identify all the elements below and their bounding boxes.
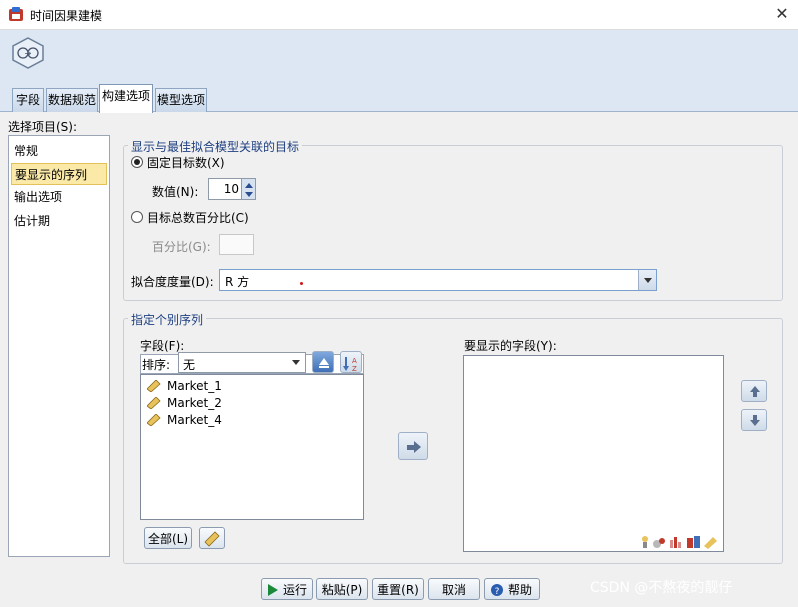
series-group-legend: 指定个别序列 — [128, 311, 207, 328]
move-up-button[interactable] — [741, 380, 767, 402]
tab-data-spec[interactable]: 数据规范 — [46, 88, 98, 112]
close-icon[interactable]: ✕ — [770, 3, 794, 25]
help-button[interactable]: ? 帮助 — [484, 578, 540, 600]
stepper-down-button[interactable] — [241, 189, 255, 199]
field-name: Market_2 — [167, 396, 222, 410]
list-item[interactable]: Market_4 — [147, 412, 237, 428]
title-bar — [0, 0, 798, 30]
cancel-button[interactable]: 取消 — [428, 578, 480, 600]
down-arrow-icon — [245, 192, 253, 197]
tab-model-options[interactable]: 模型选项 — [155, 88, 207, 112]
stepper-up-button[interactable] — [241, 179, 255, 189]
arrow-up-icon — [750, 386, 760, 397]
sort-value: 无 — [183, 358, 196, 372]
fit-measure-label: 拟合度度量(D): — [131, 275, 214, 289]
svg-text:Z: Z — [352, 365, 357, 373]
reset-button[interactable]: 重置(R) — [372, 578, 424, 600]
fit-measure-select[interactable]: R 方 — [219, 269, 657, 291]
select-item-label: 选择项目(S): — [8, 120, 78, 134]
window-title: 时间因果建模 — [30, 9, 103, 23]
list-item-general[interactable]: 常规 — [11, 140, 107, 162]
fixed-count-radio[interactable] — [131, 156, 143, 168]
dropdown-button[interactable] — [638, 270, 656, 290]
list-item[interactable]: Market_2 — [147, 395, 237, 411]
fit-measure-value: R 方 — [225, 275, 250, 289]
svg-text:?: ? — [495, 587, 500, 597]
fixed-count-label: 固定目标数(X) — [147, 156, 225, 170]
field-name: Market_1 — [167, 379, 222, 393]
chevron-down-icon — [644, 278, 652, 283]
cursor-dot — [300, 282, 303, 285]
run-button[interactable]: 运行 — [261, 578, 313, 600]
ruler-icon — [147, 380, 161, 392]
arrow-down-icon — [750, 415, 760, 426]
sort-arrow-icon — [319, 358, 329, 368]
settings-list: 常规 要显示的序列 输出选项 估计期 — [8, 135, 110, 557]
help-icon: ? — [491, 584, 503, 597]
ruler-icon — [147, 397, 161, 409]
sort-select[interactable]: 无 — [178, 352, 306, 373]
svg-text:A: A — [352, 357, 357, 365]
value-label: 数值(N): — [152, 185, 199, 199]
app-icon — [9, 7, 23, 21]
continuous-filter-button[interactable] — [199, 527, 225, 549]
value-stepper[interactable]: 10 — [208, 178, 256, 200]
value-input[interactable]: 10 — [224, 182, 239, 196]
run-label: 运行 — [283, 583, 308, 597]
percent-radio[interactable] — [131, 211, 143, 223]
tab-build-options[interactable]: 构建选项 — [99, 84, 153, 113]
arrow-right-icon — [407, 441, 421, 453]
ruler-icon — [204, 531, 220, 547]
move-down-button[interactable] — [741, 409, 767, 431]
display-fields-label: 要显示的字段(Y): — [464, 339, 557, 353]
list-item-series-to-display[interactable]: 要显示的序列 — [11, 163, 107, 185]
field-type-icons — [642, 536, 717, 549]
list-item-estimation-period[interactable]: 估计期 — [11, 210, 107, 232]
list-item-output-options[interactable]: 输出选项 — [11, 186, 107, 208]
sort-label: 排序: — [142, 358, 171, 372]
list-item[interactable]: Market_1 — [147, 378, 237, 394]
toolbar — [0, 30, 798, 80]
move-right-button[interactable] — [398, 432, 428, 460]
help-label: 帮助 — [508, 583, 533, 597]
ruler-icon — [147, 414, 161, 426]
watermark-text: CSDN @不熬夜的靓仔 — [590, 580, 733, 596]
display-fields-list[interactable] — [463, 355, 724, 552]
model-node-icon[interactable]: → — [10, 36, 46, 70]
percent-label: 百分比(G): — [152, 240, 211, 254]
fields-list[interactable]: Market_1 Market_2 Market_4 — [140, 374, 364, 520]
percent-input[interactable] — [219, 234, 254, 255]
sort-az-button[interactable]: AZ — [340, 351, 362, 373]
svg-text:→: → — [25, 49, 32, 58]
select-all-button[interactable]: 全部(L) — [144, 527, 192, 549]
percent-radio-label: 目标总数百分比(C) — [147, 211, 249, 225]
chevron-down-icon — [292, 360, 300, 365]
sort-alpha-icon: AZ — [343, 357, 357, 373]
paste-button[interactable]: 粘贴(P) — [316, 578, 368, 600]
tab-fields[interactable]: 字段 — [12, 88, 44, 112]
targets-group-legend: 显示与最佳拟合模型关联的目标 — [128, 138, 303, 155]
play-icon — [268, 584, 278, 596]
field-name: Market_4 — [167, 413, 222, 427]
sort-ascending-button[interactable] — [312, 351, 334, 373]
